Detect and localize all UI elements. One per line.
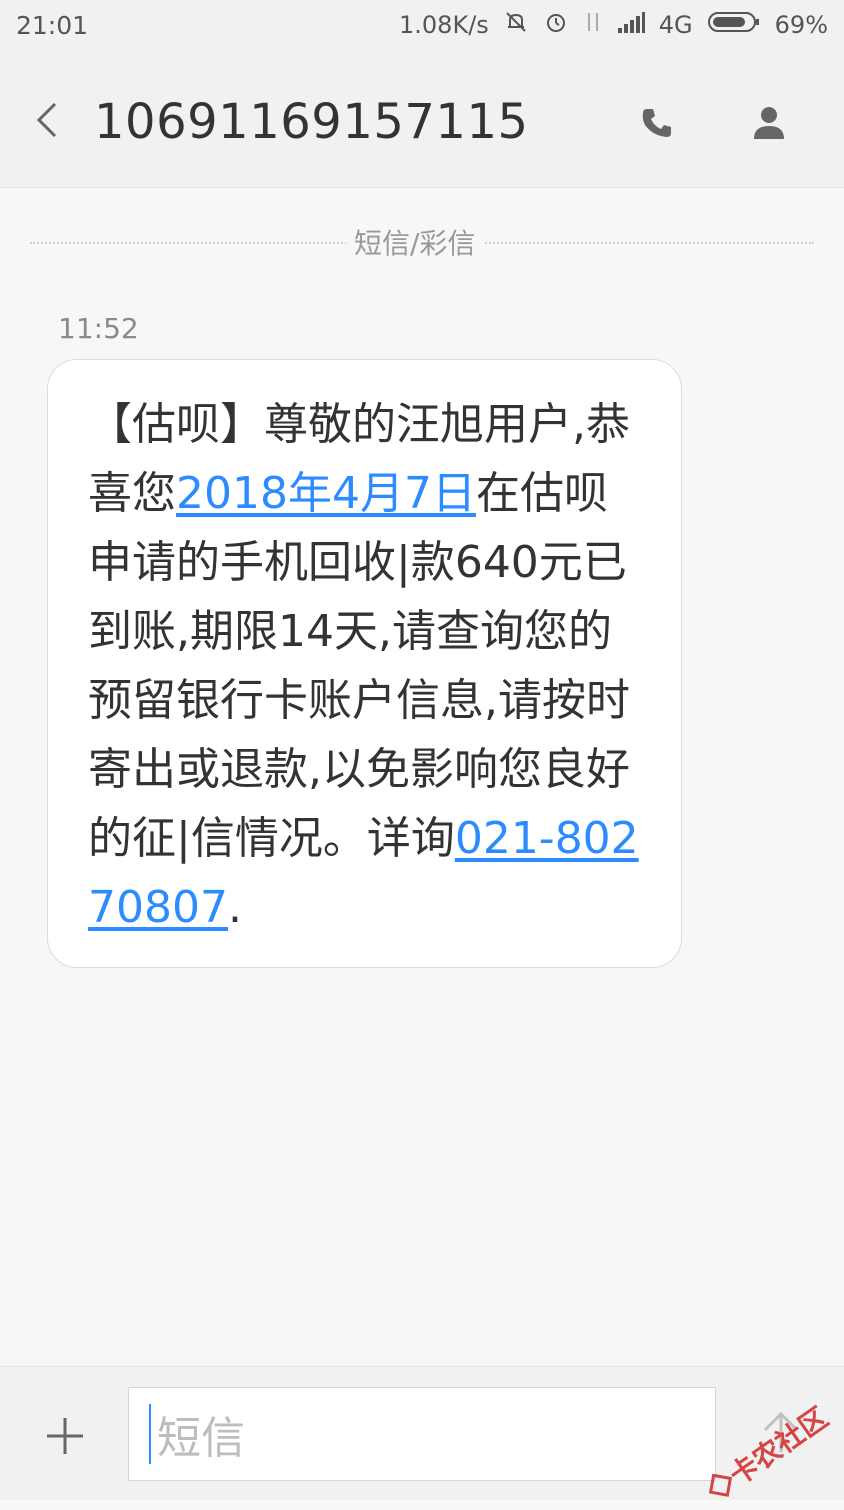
message-bubble[interactable]: 【估呗】尊敬的汪旭用户,恭喜您2018年4月7日在估呗申请的手机回收|款640元… (47, 359, 682, 968)
data-transfer-icon (583, 9, 603, 41)
status-bar: 21:01 1.08K/s 4G 69% (0, 0, 844, 50)
battery-percent: 69% (774, 11, 828, 39)
call-button[interactable] (632, 98, 682, 148)
message-type-label: 短信/彩信 (346, 222, 484, 262)
conversation-header: 10691169157115 (0, 50, 844, 188)
mute-icon (503, 9, 529, 41)
text-cursor (149, 1404, 151, 1464)
attach-button[interactable] (38, 1409, 92, 1463)
message-text-part-2: 在估呗申请的手机回收|款640元已到账,期限14天,请查询您的预留银行卡账户信息… (88, 468, 630, 864)
phone-icon (642, 109, 671, 137)
back-button[interactable] (22, 95, 72, 145)
signal-icon (617, 10, 645, 40)
alarm-icon (543, 9, 569, 41)
person-icon (754, 107, 784, 139)
contact-number: 10691169157115 (94, 94, 529, 150)
network-type: 4G (658, 11, 693, 39)
plus-icon (47, 1418, 83, 1454)
status-time: 21:01 (16, 10, 89, 40)
message-input[interactable]: 短信 (128, 1387, 716, 1481)
watermark-logo-icon (708, 1473, 733, 1497)
message-time: 11:52 (58, 312, 139, 345)
battery-icon (707, 9, 761, 41)
date-link[interactable]: 2018年4月7日 (176, 468, 476, 519)
contact-details-button[interactable] (744, 98, 794, 148)
message-input-placeholder: 短信 (157, 1413, 245, 1464)
message-text-part-3: . (227, 882, 242, 933)
chevron-left-icon (36, 102, 57, 138)
message-text: 【估呗】尊敬的汪旭用户,恭喜您2018年4月7日在估呗申请的手机回收|款640元… (88, 390, 643, 942)
network-speed: 1.08K/s (399, 11, 489, 39)
